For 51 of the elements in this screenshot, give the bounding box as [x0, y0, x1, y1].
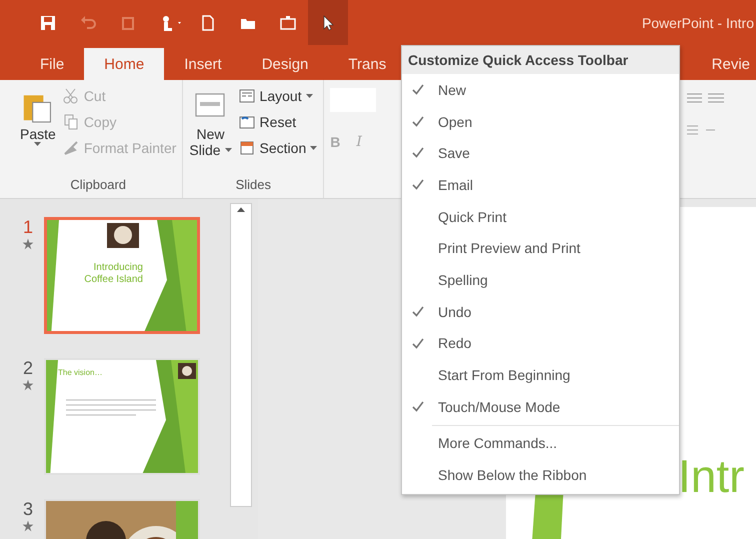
menu-item[interactable]: Quick Print — [402, 200, 679, 232]
menu-title: Customize Quick Access Toolbar — [402, 46, 679, 74]
menu-item[interactable]: Spelling — [402, 264, 679, 296]
ribbon-tab[interactable]: Design — [242, 48, 328, 80]
slide-title: Intr — [678, 449, 744, 503]
window-title: PowerPoint - Intro — [642, 14, 754, 30]
caret-icon — [224, 148, 232, 152]
group-label: Clipboard — [69, 177, 128, 194]
slide-title: The vision… — [58, 368, 102, 377]
star-icon — [22, 520, 34, 532]
paste-button[interactable]: Paste — [20, 84, 56, 177]
menu-item[interactable]: Redo — [402, 328, 679, 360]
reset-button[interactable]: Reset — [238, 113, 318, 131]
copy-icon — [62, 113, 80, 131]
caret-icon — [34, 142, 42, 146]
ribbon-tab[interactable]: Insert — [164, 48, 242, 80]
menu-item[interactable]: Show Below the Ribbon — [402, 459, 679, 491]
scissors-icon — [62, 87, 80, 105]
new-slide-button[interactable]: New Slide — [189, 84, 232, 177]
slide-number: 3 — [22, 499, 33, 520]
ribbon-tab[interactable]: File — [20, 48, 84, 80]
brush-icon — [62, 139, 80, 157]
group-label: Slides — [234, 177, 272, 194]
menu-item[interactable]: More Commands... — [402, 428, 679, 460]
ribbon-tab[interactable]: Home — [84, 48, 164, 80]
paragraph-icon — [686, 124, 716, 136]
caret-icon — [306, 94, 313, 98]
undo-icon — [79, 14, 97, 32]
menu-item[interactable]: Email — [402, 169, 679, 201]
menu-item[interactable]: Undo — [402, 296, 679, 328]
menu-item[interactable]: Print Preview and Print — [402, 232, 679, 264]
floppy-icon — [39, 14, 57, 32]
ribbon-tab[interactable]: Revie — [692, 48, 756, 80]
menu-item[interactable]: Save — [402, 137, 679, 170]
customize-button[interactable] — [308, 0, 348, 45]
star-icon — [22, 379, 34, 391]
menu-item[interactable]: Open — [402, 106, 679, 138]
slide-title: Introducing Coffee Island — [83, 262, 143, 286]
menu-item[interactable]: New — [402, 74, 679, 106]
layout-button[interactable]: Layout — [238, 87, 318, 105]
section-button[interactable]: Section — [238, 139, 318, 157]
slide-number: 2 — [22, 358, 33, 379]
caret-icon — [310, 146, 318, 150]
scrollbar[interactable] — [230, 203, 252, 507]
layout-icon — [238, 87, 256, 105]
star-icon — [22, 238, 34, 250]
slide-number: 1 — [22, 217, 33, 238]
section-icon — [238, 139, 256, 157]
menu-item[interactable]: Start From Beginning — [402, 359, 679, 391]
menu-item[interactable]: Touch/Mouse Mode — [402, 390, 679, 423]
indent-icon — [686, 92, 726, 104]
